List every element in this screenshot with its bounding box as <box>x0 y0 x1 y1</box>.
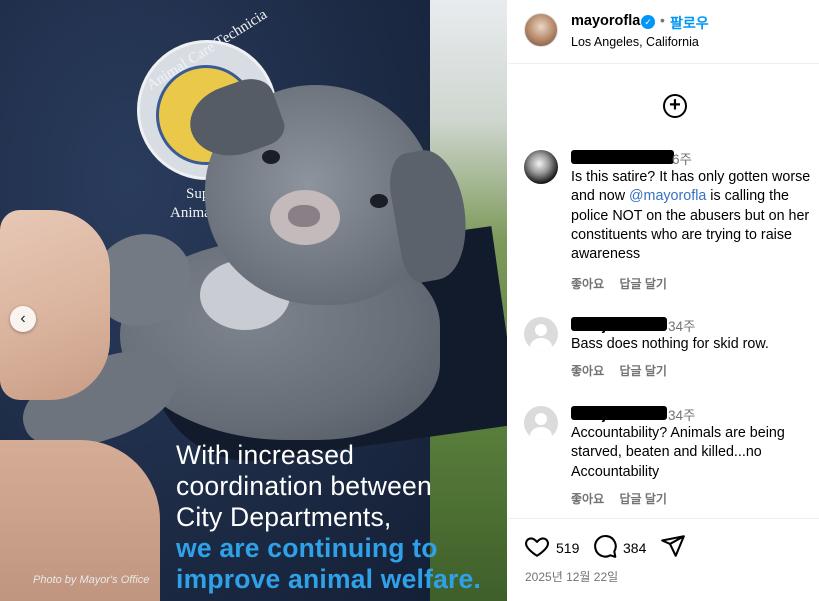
like-count[interactable]: 519 <box>556 540 579 556</box>
author-username[interactable]: mayorofla <box>571 13 640 29</box>
puppy-right-eye <box>370 194 388 208</box>
post-date[interactable]: 2025년 12월 22일 <box>525 568 618 585</box>
avatar-torso-shape <box>530 338 552 351</box>
heart-icon[interactable] <box>524 533 550 564</box>
post-side-panel: mayorofla ✓ • 팔로우 Los Angeles, Californi… <box>508 0 819 601</box>
comment-time[interactable]: 34주 <box>668 404 695 424</box>
commenter-name[interactable]: 7696jeannette <box>571 406 667 422</box>
mention-link[interactable]: @mayorofla <box>629 188 706 204</box>
comment-like-button[interactable]: 좋아요 <box>571 492 604 506</box>
post-image[interactable]: Animal Care Technicia Super Animal S Wit… <box>0 0 507 601</box>
default-avatar-icon[interactable] <box>524 406 558 440</box>
comment-actions: 좋아요 답글 달기 <box>571 362 679 379</box>
chevron-left-icon: ‹ <box>20 310 26 327</box>
previous-image-button[interactable]: ‹ <box>10 306 36 332</box>
commenter-name[interactable]: 7696jeannette <box>571 317 667 333</box>
comment-time[interactable]: 6주 <box>672 148 692 168</box>
avatar-torso-shape <box>530 427 552 440</box>
share-send-icon[interactable] <box>660 533 686 564</box>
comment-count[interactable]: 384 <box>623 540 646 556</box>
avatar-head-shape <box>535 413 547 425</box>
puppy-left-eye <box>262 150 280 164</box>
comment-actions: 좋아요 답글 달기 <box>571 490 679 507</box>
post-header: mayorofla ✓ • 팔로우 Los Angeles, Californi… <box>508 0 819 64</box>
overlay-line-2: coordination between <box>176 471 432 501</box>
commenter-name[interactable]: catstalerescue <box>571 150 674 166</box>
post-footer: 519 384 2025년 12월 22일 <box>508 518 819 601</box>
post-location[interactable]: Los Angeles, California <box>571 35 699 49</box>
avatar-head-shape <box>535 324 547 336</box>
comment-time[interactable]: 34주 <box>668 315 695 335</box>
verified-badge-icon: ✓ <box>641 15 655 29</box>
commenter-avatar[interactable] <box>524 150 558 184</box>
comment-text: Is this satire? It has only gotten worse… <box>571 168 819 264</box>
overlay-line-3: City Departments, <box>176 502 392 532</box>
comment-like-button[interactable]: 좋아요 <box>571 364 604 378</box>
comment-text: Accountability? Animals are being starve… <box>571 425 785 480</box>
follow-button[interactable]: 팔로우 <box>670 13 709 33</box>
default-avatar-icon[interactable] <box>524 317 558 351</box>
separator-dot: • <box>660 12 665 28</box>
add-comment-icon[interactable]: + <box>663 94 687 118</box>
comment-like-button[interactable]: 좋아요 <box>571 277 604 291</box>
holder-hand <box>0 210 110 400</box>
comment-text: Bass does nothing for skid row. <box>571 336 769 352</box>
overlay-highlight-line-2: improve animal welfare. <box>176 564 482 594</box>
comment-bubble-icon[interactable] <box>592 533 618 564</box>
comment-reply-button[interactable]: 답글 달기 <box>619 364 667 378</box>
comment-reply-button[interactable]: 답글 달기 <box>619 492 667 506</box>
comment-reply-button[interactable]: 답글 달기 <box>619 277 667 291</box>
author-avatar[interactable] <box>524 13 558 47</box>
overlay-line-1: With increased <box>176 440 355 470</box>
overlay-highlight-line-1: we are continuing to <box>176 533 438 563</box>
puppy-nose <box>288 205 320 227</box>
photo-credit: Photo by Mayor's Office <box>33 574 150 586</box>
comment-actions: 좋아요 답글 달기 <box>571 275 679 292</box>
